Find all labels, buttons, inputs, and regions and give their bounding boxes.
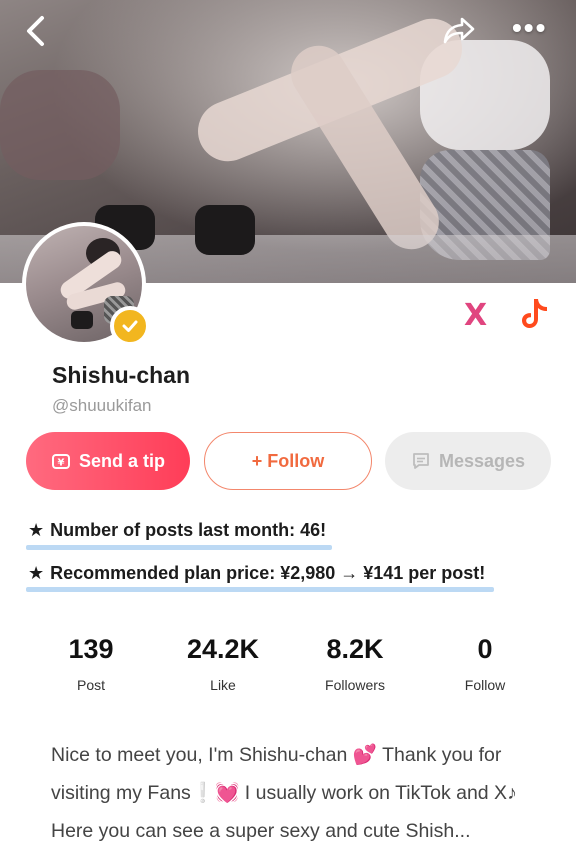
stat-likes[interactable]: 24.2K Like — [153, 634, 293, 693]
back-icon[interactable] — [22, 14, 54, 50]
follow-label: + Follow — [251, 450, 325, 471]
svg-text:¥: ¥ — [58, 458, 65, 469]
stat-label: Like — [210, 677, 236, 693]
x-social-icon[interactable]: X — [464, 298, 487, 333]
stat-value: 139 — [68, 634, 114, 664]
profile-bio[interactable]: Nice to meet you, I'm Shishu-chan 💕 Than… — [51, 736, 541, 850]
stat-value: 0 — [477, 634, 493, 664]
note-text: Recommended plan price: ¥2,980 → ¥141 pe… — [50, 563, 486, 583]
note-text: Number of posts last month: 46! — [50, 520, 327, 540]
bio-text: Nice to meet you, I'm Shishu-chan — [51, 744, 353, 766]
stat-following[interactable]: 0 Follow — [415, 634, 555, 693]
messages-button[interactable]: Messages — [385, 432, 551, 490]
more-icon[interactable]: ••• — [512, 14, 547, 42]
two-hearts-emoji: 💕 — [352, 744, 378, 766]
messages-label: Messages — [438, 450, 526, 471]
stat-value: 24.2K — [186, 634, 260, 664]
send-tip-label: Send a tip — [78, 450, 165, 471]
display-name: Shishu-chan — [52, 362, 191, 388]
share-icon[interactable] — [442, 16, 476, 46]
star-icon: ★ — [28, 563, 45, 583]
tiktok-icon[interactable] — [520, 296, 550, 330]
stat-label: Follow — [464, 677, 506, 693]
stat-label: Post — [76, 677, 105, 693]
heart-emoji: 💓 — [215, 782, 240, 804]
message-icon — [411, 451, 431, 471]
highlight-underline — [26, 587, 494, 592]
music-note-emoji: ♪ — [507, 782, 517, 804]
star-icon: ★ — [28, 520, 45, 540]
bio-text: Here you can see a super sexy and cute S… — [51, 820, 471, 842]
stat-label: Followers — [325, 677, 385, 693]
bio-text: I usually work on TikTok and X — [239, 782, 508, 804]
exclamation-emoji: ❕ — [190, 782, 216, 804]
tip-icon: ¥ — [51, 451, 71, 471]
stat-posts[interactable]: 139 Post — [21, 634, 161, 693]
follow-button[interactable]: + Follow — [204, 432, 372, 490]
plan-price-note: ★ Recommended plan price: ¥2,980 → ¥141 p… — [28, 563, 485, 584]
stat-value: 8.2K — [326, 634, 384, 664]
send-tip-button[interactable]: ¥ Send a tip — [26, 432, 190, 490]
posts-count-note: ★ Number of posts last month: 46! — [28, 520, 326, 541]
verified-badge-icon — [110, 306, 150, 346]
stat-followers[interactable]: 8.2K Followers — [285, 634, 425, 693]
highlight-underline — [26, 545, 332, 550]
cover-sock — [195, 205, 255, 255]
cover-pillow — [0, 70, 120, 180]
user-handle: @shuuukifan — [52, 396, 152, 415]
